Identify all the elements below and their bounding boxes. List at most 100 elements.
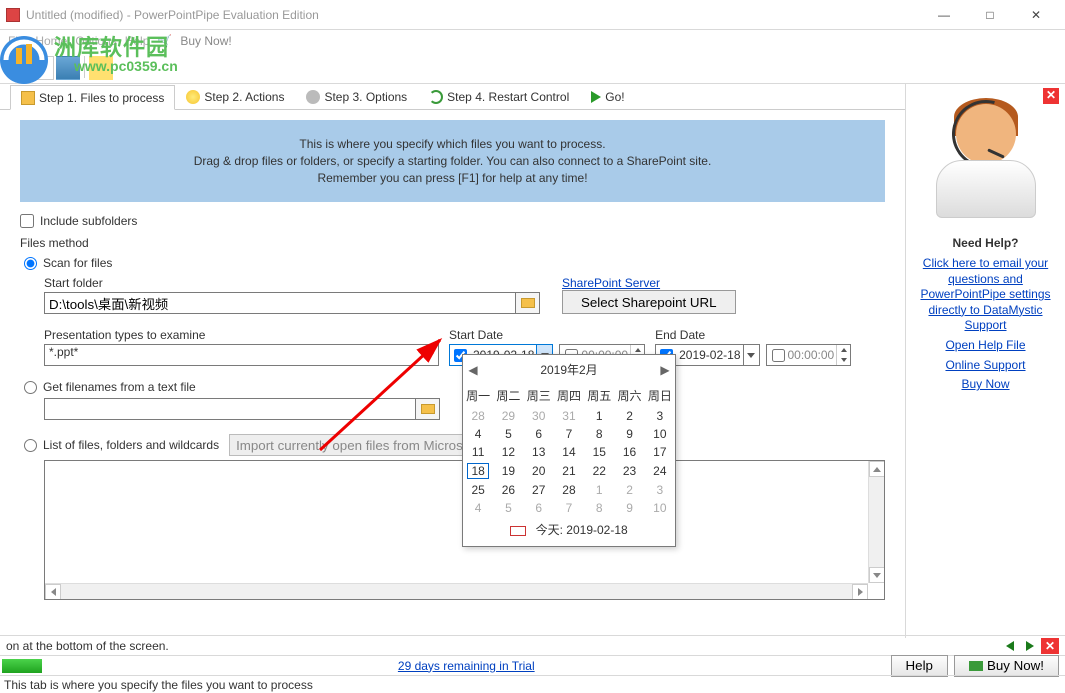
- buy-now-link[interactable]: Buy Now: [912, 377, 1059, 393]
- tab-step1[interactable]: Step 1. Files to process: [10, 85, 175, 110]
- calendar-day[interactable]: 13: [524, 443, 554, 461]
- scan-for-files[interactable]: Scan for files: [24, 256, 885, 270]
- scan-radio[interactable]: [24, 257, 37, 270]
- calendar-day[interactable]: 28: [463, 407, 493, 425]
- help-panel: ✕ Need Help? Click here to email your qu…: [905, 84, 1065, 638]
- calendar-day[interactable]: 23: [614, 461, 644, 481]
- calendar-day[interactable]: 30: [524, 407, 554, 425]
- get-from-textfile[interactable]: Get filenames from a text file: [24, 380, 885, 394]
- calendar-day[interactable]: 26: [493, 481, 523, 499]
- calendar-day[interactable]: 5: [493, 425, 523, 443]
- calendar-day[interactable]: 6: [524, 425, 554, 443]
- textfile-radio[interactable]: [24, 381, 37, 394]
- tab-step2[interactable]: Step 2. Actions: [175, 84, 295, 109]
- scrollbar-vertical[interactable]: [868, 461, 884, 583]
- spinner[interactable]: [836, 345, 850, 365]
- calendar-day[interactable]: 10: [645, 425, 675, 443]
- folder-icon: [421, 404, 435, 414]
- calendar-day[interactable]: 17: [645, 443, 675, 461]
- calendar-day[interactable]: 19: [493, 461, 523, 481]
- nav-forward-button[interactable]: [1021, 638, 1039, 654]
- scrollbar-horizontal[interactable]: [45, 583, 868, 599]
- calendar-day[interactable]: 28: [554, 481, 584, 499]
- calendar-day[interactable]: 18: [463, 461, 493, 481]
- calendar-prev-button[interactable]: ◀: [463, 363, 483, 377]
- endtime-enable-checkbox[interactable]: [772, 349, 785, 362]
- calendar-day[interactable]: 2: [614, 407, 644, 425]
- list-of-files[interactable]: List of files, folders and wildcards: [24, 438, 219, 452]
- help-button[interactable]: Help: [891, 655, 948, 677]
- calendar-day[interactable]: 29: [493, 407, 523, 425]
- menu-file[interactable]: File: [8, 34, 27, 48]
- calendar-today-link[interactable]: 今天: 2019-02-18: [463, 517, 675, 546]
- textfile-input[interactable]: [44, 398, 416, 420]
- nav-back-button[interactable]: [1001, 638, 1019, 654]
- calendar-day[interactable]: 5: [493, 499, 523, 517]
- calendar-day[interactable]: 12: [493, 443, 523, 461]
- calendar-day[interactable]: 4: [463, 425, 493, 443]
- calendar-day[interactable]: 22: [584, 461, 614, 481]
- calendar-day[interactable]: 14: [554, 443, 584, 461]
- calendar-day[interactable]: 4: [463, 499, 493, 517]
- calendar-day[interactable]: 8: [584, 499, 614, 517]
- minimize-button[interactable]: —: [921, 0, 967, 30]
- calendar-day[interactable]: 7: [554, 425, 584, 443]
- calendar-day[interactable]: 9: [614, 425, 644, 443]
- tab-go[interactable]: Go!: [580, 84, 635, 109]
- calendar-day[interactable]: 7: [554, 499, 584, 517]
- toolbar-new-button[interactable]: [30, 56, 54, 80]
- buy-now-button[interactable]: Buy Now!: [954, 655, 1059, 677]
- calendar-day[interactable]: 25: [463, 481, 493, 499]
- online-support-link[interactable]: Online Support: [912, 358, 1059, 374]
- calendar-day[interactable]: 24: [645, 461, 675, 481]
- scroll-up-button[interactable]: [869, 461, 885, 477]
- calendar-next-button[interactable]: ▶: [655, 363, 675, 377]
- scroll-down-button[interactable]: [869, 567, 885, 583]
- subfolders-checkbox[interactable]: [20, 214, 34, 228]
- left-panel: Step 1. Files to process Step 2. Actions…: [0, 84, 905, 638]
- browse-folder-button[interactable]: [516, 292, 540, 314]
- calendar-day[interactable]: 21: [554, 461, 584, 481]
- browse-textfile-button[interactable]: [416, 398, 440, 420]
- calendar-day[interactable]: 1: [584, 407, 614, 425]
- calendar-day[interactable]: 8: [584, 425, 614, 443]
- calendar-day[interactable]: 20: [524, 461, 554, 481]
- ptypes-select[interactable]: *.ppt*: [44, 344, 439, 366]
- tab-label: Go!: [605, 90, 624, 104]
- scroll-right-button[interactable]: [852, 584, 868, 600]
- banner-line1: This is where you specify which files yo…: [36, 136, 869, 153]
- calendar-day[interactable]: 9: [614, 499, 644, 517]
- calendar-day[interactable]: 10: [645, 499, 675, 517]
- step1-panel: This is where you specify which files yo…: [0, 110, 905, 610]
- startfolder-input[interactable]: [44, 292, 516, 314]
- help-close-button[interactable]: ✕: [1043, 88, 1059, 104]
- tab-step3[interactable]: Step 3. Options: [295, 84, 418, 109]
- help-file-link[interactable]: Open Help File: [912, 338, 1059, 354]
- trial-link[interactable]: 29 days remaining in Trial: [398, 659, 535, 673]
- help-email-link[interactable]: Click here to email your questions and P…: [912, 256, 1059, 334]
- calendar-day[interactable]: 2: [614, 481, 644, 499]
- calendar-day[interactable]: 31: [554, 407, 584, 425]
- calendar-day[interactable]: 3: [645, 481, 675, 499]
- scroll-left-button[interactable]: [45, 584, 61, 600]
- calendar-day[interactable]: 15: [584, 443, 614, 461]
- calendar-dow-header: 周三: [524, 384, 554, 407]
- calendar-day[interactable]: 3: [645, 407, 675, 425]
- calendar-day[interactable]: 11: [463, 443, 493, 461]
- listfiles-radio[interactable]: [24, 439, 37, 452]
- info-banner: This is where you specify which files yo…: [20, 120, 885, 202]
- sharepoint-link[interactable]: SharePoint Server: [562, 276, 736, 290]
- dropdown-icon[interactable]: [743, 345, 759, 365]
- close-button[interactable]: ✕: [1013, 0, 1059, 30]
- tab-step4[interactable]: Step 4. Restart Control: [418, 84, 580, 109]
- endtime-field[interactable]: 00:00:00: [766, 344, 852, 366]
- select-sharepoint-button[interactable]: Select Sharepoint URL: [562, 290, 736, 314]
- menu-buynow[interactable]: Buy Now!: [180, 34, 231, 48]
- nav-cancel-button[interactable]: ✕: [1041, 638, 1059, 654]
- calendar-day[interactable]: 27: [524, 481, 554, 499]
- calendar-day[interactable]: 16: [614, 443, 644, 461]
- include-subfolders[interactable]: Include subfolders: [20, 214, 885, 228]
- calendar-day[interactable]: 1: [584, 481, 614, 499]
- maximize-button[interactable]: □: [967, 0, 1013, 30]
- calendar-day[interactable]: 6: [524, 499, 554, 517]
